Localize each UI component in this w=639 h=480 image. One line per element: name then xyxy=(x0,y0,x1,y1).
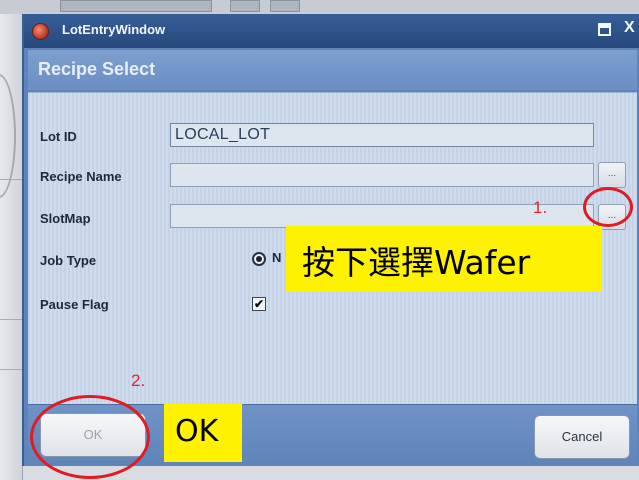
callout-text: 按下選擇Wafer xyxy=(302,243,531,282)
maximize-icon[interactable] xyxy=(598,23,611,36)
ok-note-text: OK xyxy=(175,414,219,449)
background-divider xyxy=(0,369,22,370)
background-tab xyxy=(60,0,212,12)
title-bar[interactable]: LotEntryWindow X xyxy=(24,14,639,48)
dialog-header: Recipe Select xyxy=(28,50,637,90)
background-divider xyxy=(0,319,22,320)
slotmap-field[interactable] xyxy=(170,204,594,228)
job-type-radio[interactable] xyxy=(252,252,266,266)
app-icon xyxy=(32,23,49,40)
background-window-strip xyxy=(0,0,639,14)
close-icon[interactable]: X xyxy=(624,19,635,37)
background-tab xyxy=(230,0,260,12)
callout-box: 按下選擇Wafer xyxy=(286,226,602,292)
step1-number: 1. xyxy=(533,198,548,217)
pause-flag-label: Pause Flag xyxy=(40,297,109,312)
recipe-browse-button[interactable]: ... xyxy=(598,162,626,188)
background-tab xyxy=(270,0,300,12)
recipe-name-label: Recipe Name xyxy=(40,169,122,184)
recipe-name-field[interactable] xyxy=(170,163,594,187)
pause-flag-checkbox[interactable]: ✔ xyxy=(252,297,266,311)
ok-highlight-ring xyxy=(30,395,150,479)
background-desktop-edge xyxy=(0,14,23,480)
background-divider xyxy=(0,179,22,180)
lot-id-value: LOCAL_LOT xyxy=(175,126,271,143)
dialog-heading: Recipe Select xyxy=(38,59,156,79)
slotmap-label: SlotMap xyxy=(40,211,91,226)
slotmap-highlight-ring xyxy=(583,187,633,227)
window-title: LotEntryWindow xyxy=(62,22,166,37)
job-type-label: Job Type xyxy=(40,253,97,268)
cancel-button[interactable]: Cancel xyxy=(534,415,630,459)
ok-note-box: OK xyxy=(164,404,242,462)
lot-id-field[interactable]: LOCAL_LOT xyxy=(170,123,594,147)
lot-id-label: Lot ID xyxy=(40,129,77,144)
step2-number: 2. xyxy=(131,371,146,390)
job-type-option-label: N xyxy=(272,250,282,265)
